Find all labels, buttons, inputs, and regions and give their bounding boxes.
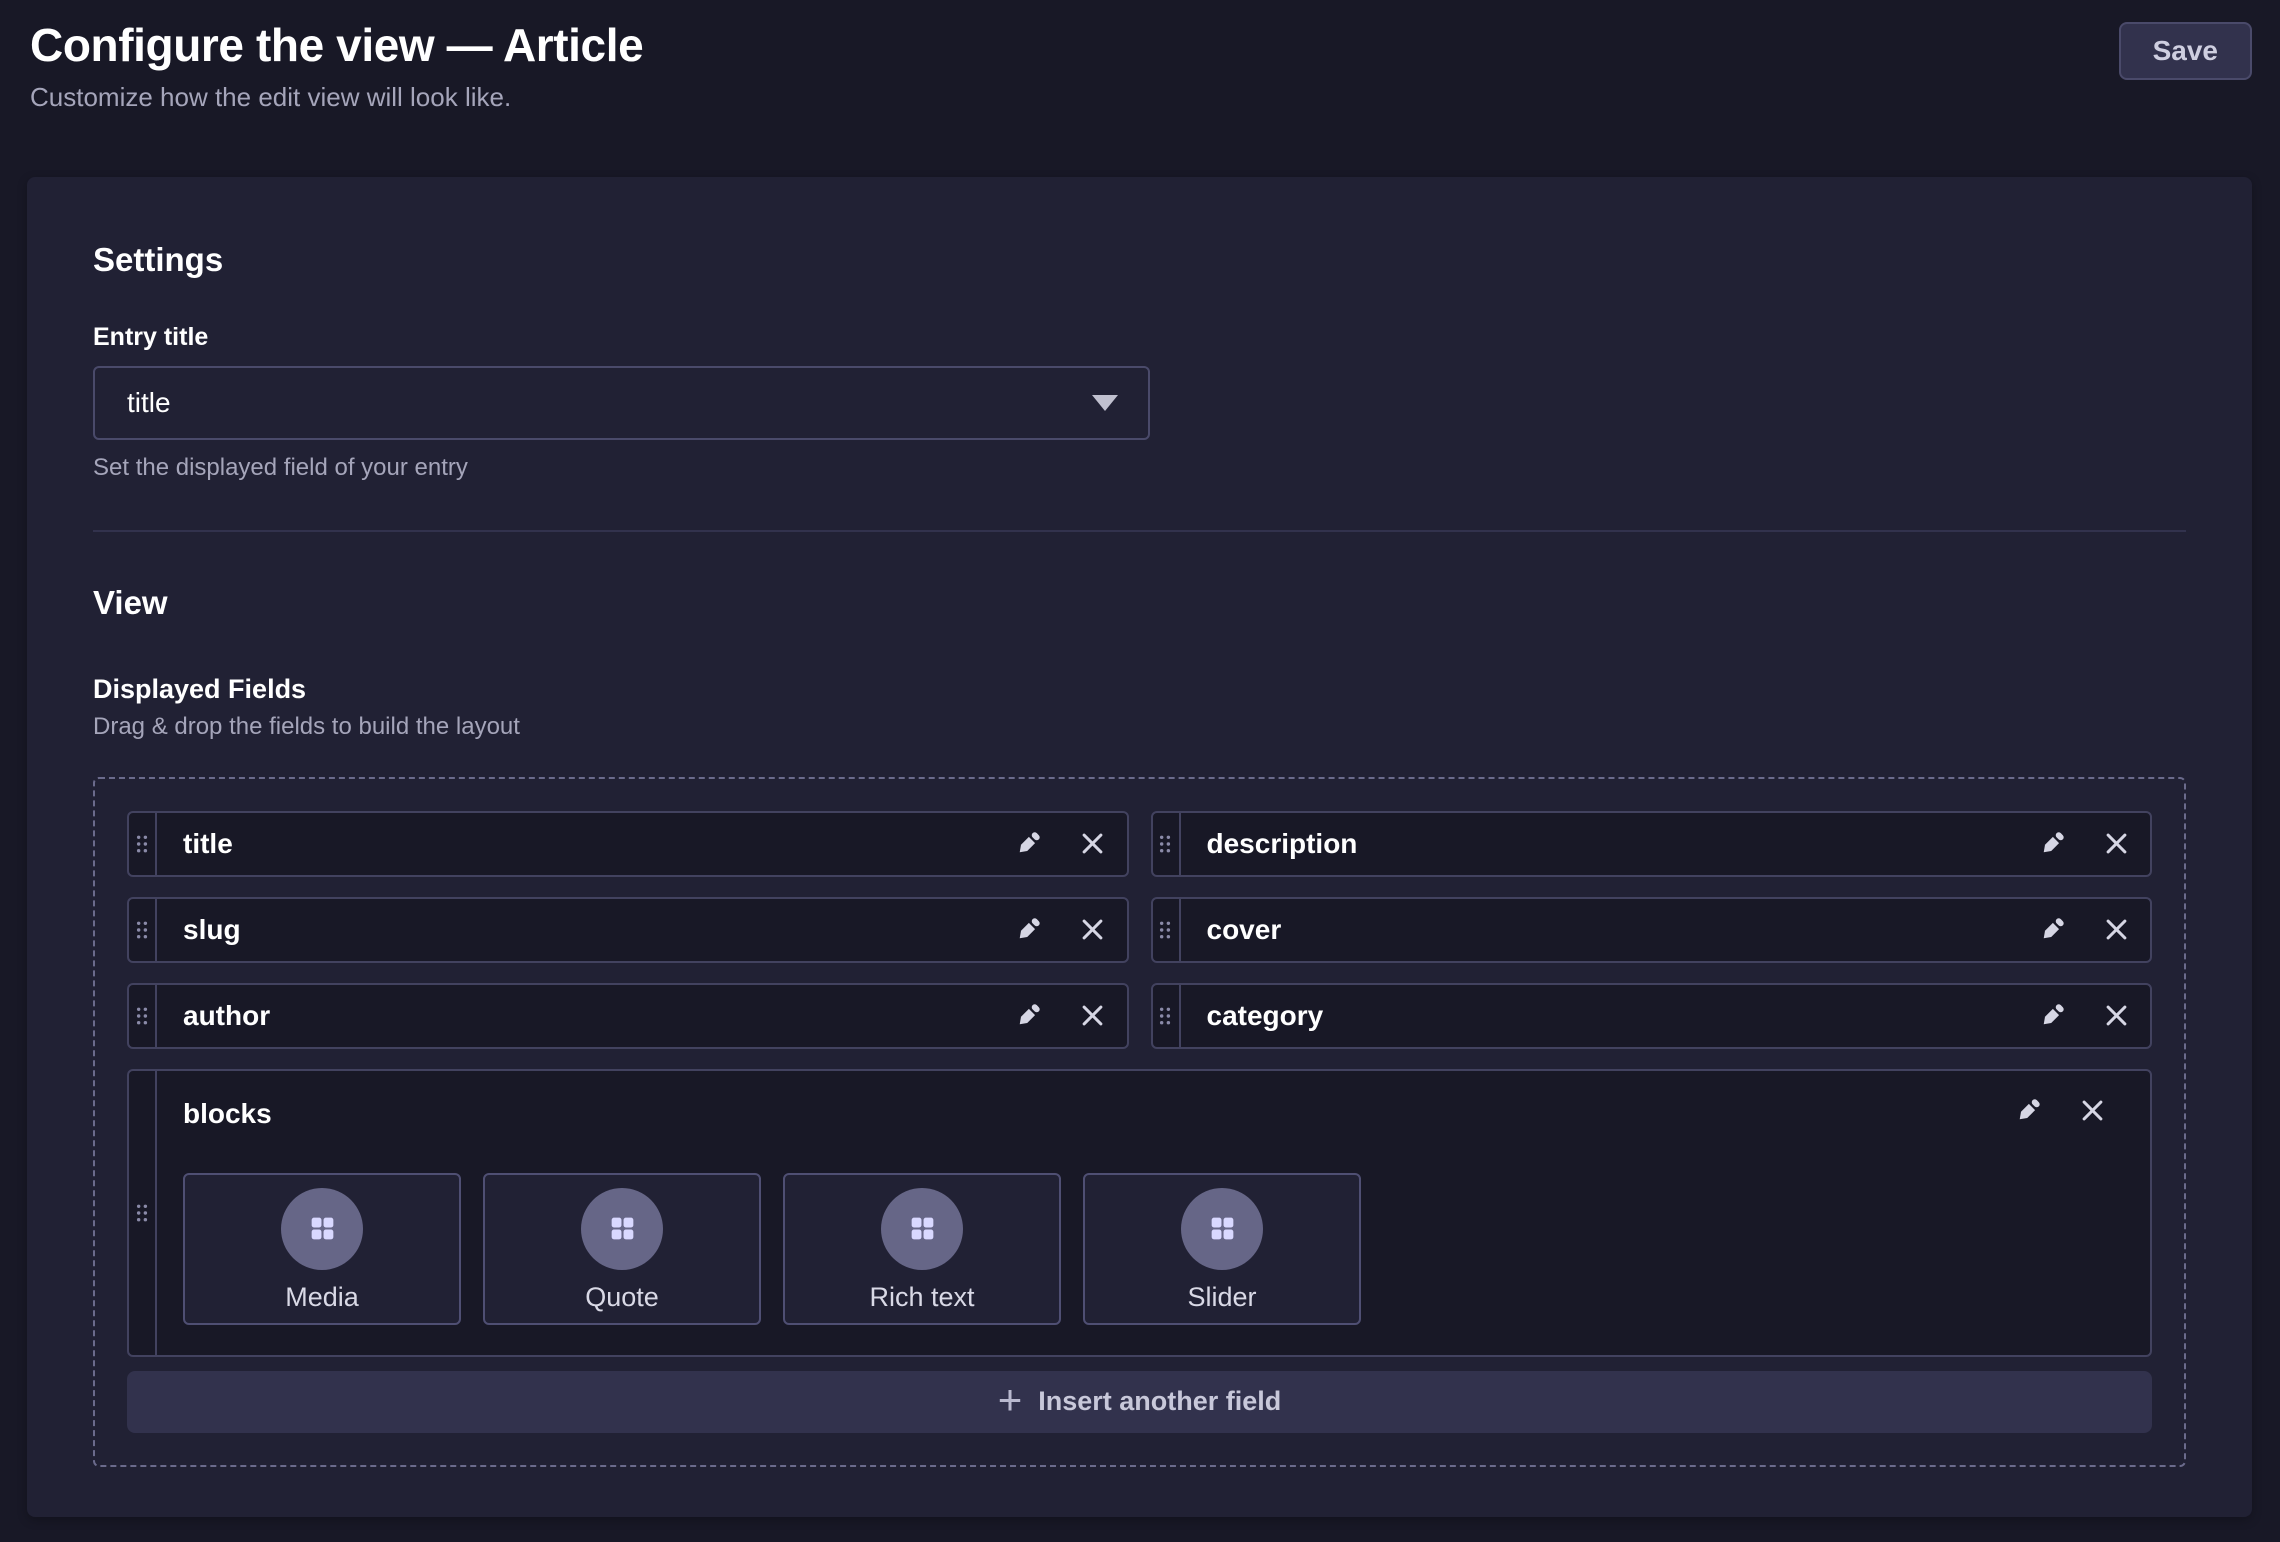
- save-button[interactable]: Save: [2119, 22, 2252, 80]
- field-label: category: [1181, 1000, 2031, 1032]
- page-subtitle: Customize how the edit view will look li…: [30, 82, 643, 113]
- edit-field-button[interactable]: [2030, 908, 2074, 952]
- component-card-media[interactable]: Media: [183, 1173, 461, 1325]
- x-icon: [2101, 914, 2132, 945]
- drag-dots-icon: [1154, 918, 1177, 942]
- field-card-author[interactable]: author: [127, 983, 1129, 1049]
- field-label: slug: [157, 914, 1007, 946]
- component-label: Media: [285, 1282, 359, 1313]
- displayed-fields-label: Displayed Fields: [93, 674, 2186, 705]
- entry-title-group: Entry title title Set the displayed fiel…: [93, 323, 2186, 482]
- pencil-icon: [1013, 914, 1044, 945]
- field-label: cover: [1181, 914, 2031, 946]
- component-label: Slider: [1187, 1282, 1256, 1313]
- page-header: Configure the view — Article Customize h…: [0, 0, 2280, 113]
- blocks-body: blocks Media: [157, 1071, 2150, 1355]
- section-divider: [93, 530, 2186, 532]
- field-card-title[interactable]: title: [127, 811, 1129, 877]
- drag-dots-icon: [131, 918, 154, 942]
- component-icon-circle: [281, 1188, 363, 1270]
- plus-icon: +: [998, 1379, 1023, 1421]
- view-section-title: View: [93, 584, 2186, 622]
- pencil-icon: [2037, 1000, 2068, 1031]
- edit-field-button[interactable]: [1007, 908, 1051, 952]
- configure-view-panel: Settings Entry title title Set the displ…: [27, 177, 2252, 1517]
- page-header-text: Configure the view — Article Customize h…: [30, 16, 643, 113]
- entry-title-value: title: [127, 387, 171, 419]
- entry-title-hint: Set the displayed field of your entry: [93, 454, 2186, 482]
- insert-another-field-label: Insert another field: [1038, 1386, 1281, 1417]
- component-label: Rich text: [869, 1282, 974, 1313]
- field-card-category[interactable]: category: [1151, 983, 2153, 1049]
- drag-handle[interactable]: [129, 1071, 157, 1355]
- fields-dropzone: title description slug: [93, 777, 2186, 1467]
- field-label: author: [157, 1000, 1007, 1032]
- component-icon-circle: [581, 1188, 663, 1270]
- grid-icon: [1207, 1213, 1238, 1244]
- edit-field-button[interactable]: [2030, 994, 2074, 1038]
- component-card-quote[interactable]: Quote: [483, 1173, 761, 1325]
- remove-field-button[interactable]: [2094, 908, 2138, 952]
- edit-field-button[interactable]: [1007, 994, 1051, 1038]
- remove-field-button[interactable]: [1071, 822, 1115, 866]
- drag-handle[interactable]: [129, 899, 157, 961]
- field-card-blocks[interactable]: blocks Media: [127, 1069, 2152, 1357]
- entry-title-label: Entry title: [93, 323, 2186, 352]
- drag-dots-icon: [131, 832, 154, 856]
- remove-field-button[interactable]: [2094, 822, 2138, 866]
- x-icon: [1077, 828, 1108, 859]
- component-card-rich-text[interactable]: Rich text: [783, 1173, 1061, 1325]
- x-icon: [1077, 1000, 1108, 1031]
- components-row: Media Quote Rich text: [183, 1173, 2126, 1325]
- remove-field-button[interactable]: [2070, 1089, 2114, 1133]
- x-icon: [2101, 1000, 2132, 1031]
- page-title: Configure the view — Article: [30, 16, 643, 76]
- drag-dots-icon: [131, 1201, 154, 1225]
- drag-dots-icon: [1154, 1004, 1177, 1028]
- x-icon: [2077, 1095, 2108, 1126]
- edit-field-button[interactable]: [2006, 1089, 2050, 1133]
- field-label: blocks: [183, 1092, 2006, 1130]
- x-icon: [1077, 914, 1108, 945]
- field-label: title: [157, 828, 1007, 860]
- pencil-icon: [2037, 914, 2068, 945]
- displayed-fields-hint: Drag & drop the fields to build the layo…: [93, 713, 2186, 741]
- edit-field-button[interactable]: [1007, 822, 1051, 866]
- pencil-icon: [2013, 1095, 2044, 1126]
- remove-field-button[interactable]: [2094, 994, 2138, 1038]
- drag-handle[interactable]: [129, 813, 157, 875]
- blocks-header: blocks: [183, 1089, 2126, 1133]
- component-icon-circle: [1181, 1188, 1263, 1270]
- field-card-slug[interactable]: slug: [127, 897, 1129, 963]
- settings-section-title: Settings: [93, 241, 2186, 279]
- drag-dots-icon: [1154, 832, 1177, 856]
- component-label: Quote: [585, 1282, 659, 1313]
- field-label: description: [1181, 828, 2031, 860]
- pencil-icon: [1013, 1000, 1044, 1031]
- edit-field-button[interactable]: [2030, 822, 2074, 866]
- grid-icon: [307, 1213, 338, 1244]
- pencil-icon: [1013, 828, 1044, 859]
- component-card-slider[interactable]: Slider: [1083, 1173, 1361, 1325]
- entry-title-select[interactable]: title: [93, 366, 1150, 440]
- drag-dots-icon: [131, 1004, 154, 1028]
- remove-field-button[interactable]: [1071, 908, 1115, 952]
- remove-field-button[interactable]: [1071, 994, 1115, 1038]
- drag-handle[interactable]: [1153, 899, 1181, 961]
- chevron-down-icon: [1092, 395, 1118, 411]
- grid-icon: [907, 1213, 938, 1244]
- pencil-icon: [2037, 828, 2068, 859]
- drag-handle[interactable]: [1153, 813, 1181, 875]
- drag-handle[interactable]: [1153, 985, 1181, 1047]
- drag-handle[interactable]: [129, 985, 157, 1047]
- field-card-description[interactable]: description: [1151, 811, 2153, 877]
- field-card-cover[interactable]: cover: [1151, 897, 2153, 963]
- insert-another-field-button[interactable]: + Insert another field: [127, 1371, 2152, 1433]
- grid-icon: [607, 1213, 638, 1244]
- x-icon: [2101, 828, 2132, 859]
- component-icon-circle: [881, 1188, 963, 1270]
